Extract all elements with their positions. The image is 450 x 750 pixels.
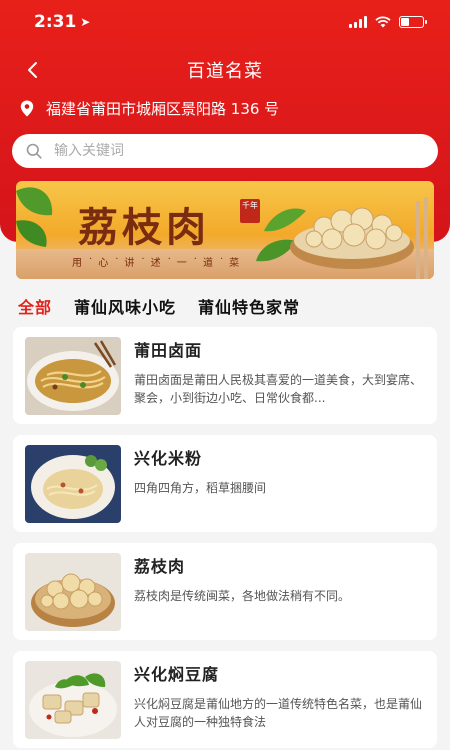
promo-banner[interactable]: 荔枝肉 千年 用 · 心 · 讲 · 述 · 一 · 道 · 菜	[16, 181, 434, 279]
dish-name: 兴化焖豆腐	[134, 665, 220, 684]
list-item[interactable]: 兴化焖豆腐 兴化焖豆腐是莆仙地方的一道传统特色名菜，也是莆仙人对豆腐的一种独特食…	[13, 651, 437, 748]
list-item[interactable]: 莆田卤面 莆田卤面是莆田人民极其喜爱的一道美食，大到宴席、聚会，小到街边小吃、日…	[13, 327, 437, 424]
dish-image	[256, 197, 428, 279]
search-input[interactable]	[54, 143, 438, 159]
status-time: 2:31 ➤	[34, 12, 90, 32]
slogan-char: 述	[150, 258, 163, 269]
tab-all[interactable]: 全部	[18, 294, 52, 318]
status-icons	[349, 16, 427, 28]
dish-list: 莆田卤面 莆田卤面是莆田人民极其喜爱的一道美食，大到宴席、聚会，小到街边小吃、日…	[13, 327, 437, 750]
address-row[interactable]: 福建省莆田市城厢区景阳路 136 号	[20, 98, 279, 119]
list-item[interactable]: 荔枝肉 荔枝肉是传统闽菜，各地做法稍有不同。	[13, 543, 437, 640]
wifi-icon	[375, 16, 391, 28]
slogan-char: 讲	[124, 258, 137, 269]
nav-bar: 百道名菜	[0, 50, 450, 90]
search-icon	[26, 143, 42, 159]
dish-thumbnail	[25, 661, 121, 739]
cellular-signal-icon	[349, 16, 367, 28]
dish-name: 荔枝肉	[134, 557, 186, 576]
slogan-char: 心	[98, 258, 111, 269]
slogan-char: 菜	[229, 258, 242, 269]
dish-thumbnail	[25, 337, 121, 415]
dish-name: 兴化米粉	[134, 449, 203, 468]
address-text: 福建省莆田市城厢区景阳路 136 号	[46, 100, 280, 118]
dish-description: 莆田卤面是莆田人民极其喜爱的一道美食，大到宴席、聚会，小到街边小吃、日常伙食都.…	[134, 373, 423, 405]
location-arrow-icon: ➤	[80, 15, 91, 29]
chevron-left-icon	[28, 62, 37, 78]
tab-puxian-home-dishes[interactable]: 莆仙特色家常	[198, 294, 300, 318]
dish-name: 莆田卤面	[134, 341, 203, 360]
dish-thumbnail	[25, 445, 121, 523]
tab-puxian-snacks[interactable]: 莆仙风味小吃	[74, 294, 176, 318]
status-bar: 2:31 ➤	[0, 0, 450, 44]
list-item[interactable]: 兴化米粉 四角四角方，稻草捆腰间	[13, 435, 437, 532]
banner-title: 荔枝肉	[78, 204, 210, 251]
banner-slogan: 用 · 心 · 讲 · 述 · 一 · 道 · 菜	[72, 254, 242, 269]
page-title: 百道名菜	[187, 61, 263, 82]
dish-description: 荔枝肉是传统闽菜，各地做法稍有不同。	[134, 589, 351, 603]
leaf-decoration-icon	[16, 187, 53, 247]
dish-description: 四角四角方，稻草捆腰间	[134, 481, 267, 495]
location-pin-icon	[20, 100, 34, 117]
status-time-text: 2:31	[34, 12, 77, 32]
dish-thumbnail	[25, 553, 121, 631]
back-button[interactable]	[18, 56, 46, 84]
slogan-char: 用	[72, 258, 84, 269]
dish-description: 兴化焖豆腐是莆仙地方的一道传统特色名菜，也是莆仙人对豆腐的一种独特食法	[134, 697, 423, 729]
slogan-char: 道	[202, 258, 215, 269]
slogan-char: 一	[176, 258, 189, 269]
search-bar[interactable]	[12, 134, 438, 168]
battery-icon	[399, 16, 427, 28]
category-tabs: 全部 莆仙风味小吃 莆仙特色家常	[18, 294, 300, 318]
